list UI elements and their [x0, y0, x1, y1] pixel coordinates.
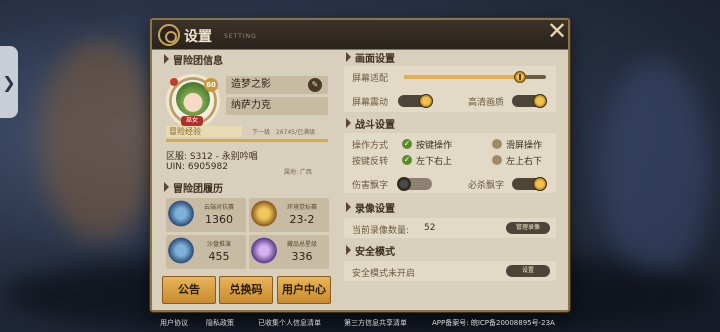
- kill-float-label: 必杀飘字: [468, 181, 505, 191]
- section-info-title: 冒险团信息: [173, 55, 223, 67]
- footer-privacy[interactable]: 隐私政策: [206, 318, 234, 328]
- section-record-header: 录像设置: [346, 200, 395, 215]
- exp-value: 26745/已满级: [276, 129, 316, 136]
- stat-card-environment[interactable]: 环境觉标赛 23-2: [249, 198, 329, 232]
- exp-progress-bar: [166, 139, 328, 142]
- announcement-button[interactable]: 公告: [162, 276, 216, 304]
- toggle-knob: [419, 94, 433, 108]
- section-battle-header: 战斗设置: [346, 116, 395, 131]
- redeem-code-button[interactable]: 兑换码: [219, 276, 273, 304]
- footer-user-agreement[interactable]: 用户协议: [160, 318, 188, 328]
- toggle-knob: [533, 94, 547, 108]
- close-icon[interactable]: ✕: [546, 19, 568, 43]
- section-marker-icon: [164, 182, 169, 192]
- stat-value: 23-2: [289, 213, 315, 226]
- check-selected-icon[interactable]: ✓: [402, 155, 412, 165]
- section-display-title: 画面设置: [355, 53, 395, 65]
- section-marker-icon: [346, 52, 351, 62]
- section-marker-icon: [164, 54, 169, 64]
- uid-info[interactable]: UIN: 6905982: [166, 162, 228, 172]
- hd-quality-label: 高清画质: [468, 98, 505, 108]
- stat-label: 云端对抗赛: [203, 204, 234, 211]
- server-info: 区服: S312 - 永别吟唱: [166, 152, 258, 162]
- security-status: 安全模式未开启: [352, 269, 416, 279]
- gold-emblem-icon: [251, 200, 277, 230]
- exp-row: 冒险经验 下一级 26745/已满级: [166, 126, 328, 144]
- footer-icp: APP备案号: 皖ICP备20008895号-23A: [432, 319, 555, 327]
- window-header: 设置 SETTING: [152, 20, 568, 50]
- sword-collection-icon: [251, 237, 277, 267]
- stat-value: 1360: [205, 213, 233, 226]
- stat-card-cloud[interactable]: 云端对抗赛 1360: [166, 198, 246, 232]
- user-center-button[interactable]: 用户中心: [277, 276, 331, 304]
- radio-unselected-icon[interactable]: [492, 139, 502, 149]
- stat-label: 环境觉标赛: [286, 204, 317, 211]
- side-expand-tab[interactable]: ❯: [0, 46, 18, 118]
- toggle-knob: [397, 177, 411, 191]
- left-down-right-up-option[interactable]: 左下右上: [416, 154, 452, 167]
- screen-fit-fill: [404, 75, 521, 79]
- guild-name-field: 纳萨力克: [226, 97, 328, 115]
- left-up-right-down-option[interactable]: 左上右下: [506, 154, 542, 167]
- check-selected-icon[interactable]: ✓: [402, 139, 412, 149]
- op-mode-label: 操作方式: [352, 141, 389, 151]
- screen-shake-label: 屏幕震动: [352, 98, 389, 108]
- section-marker-icon: [346, 245, 351, 255]
- op-press-option[interactable]: 按键操作: [416, 138, 452, 151]
- window-subtitle: SETTING: [224, 33, 257, 40]
- backdrop-blur: [40, 40, 160, 240]
- exp-label: 冒险经验: [166, 126, 242, 137]
- section-record-title: 录像设置: [355, 203, 395, 215]
- section-display-header: 画面设置: [346, 50, 395, 65]
- screen-shake-toggle[interactable]: [398, 94, 433, 108]
- sandbox-badge-icon: [168, 237, 194, 267]
- damage-float-label: 伤害飘字: [352, 181, 389, 191]
- security-settings-button[interactable]: 设置: [506, 265, 550, 277]
- stat-card-sandbox[interactable]: 沙盘推演 455: [166, 235, 246, 269]
- kill-float-toggle[interactable]: [512, 177, 547, 191]
- stat-card-collection[interactable]: 藏品总星级 336: [249, 235, 329, 269]
- avatar-tag: 巫女: [181, 116, 203, 126]
- section-info-header: 冒险团信息: [164, 52, 223, 67]
- damage-float-toggle[interactable]: [397, 177, 432, 191]
- hd-quality-toggle[interactable]: [512, 94, 547, 108]
- record-count-label: 当前录像数量:: [352, 226, 410, 236]
- manage-record-button[interactable]: 管理录像: [506, 222, 550, 234]
- record-count: 52: [424, 223, 436, 233]
- key-reverse-label: 按键反转: [352, 157, 389, 167]
- screen-fit-label: 屏幕适配: [352, 74, 389, 84]
- location-info: 属地: 广西: [284, 169, 312, 176]
- section-marker-icon: [346, 118, 351, 128]
- footer-third-party[interactable]: 第三方信息共享清单: [344, 318, 407, 328]
- section-marker-icon: [346, 202, 351, 212]
- op-swipe-option[interactable]: 滑屏操作: [506, 138, 542, 151]
- stat-value: 455: [208, 250, 230, 263]
- backdrop-blur: [600, 60, 710, 280]
- exp-next-level: 下一级: [252, 129, 271, 136]
- stat-value: 336: [291, 250, 313, 263]
- settings-emblem-icon: [158, 24, 180, 46]
- level-badge: 60: [204, 78, 218, 92]
- section-history-title: 冒险团履历: [173, 183, 223, 195]
- stat-label: 沙盘推演: [206, 241, 231, 248]
- edit-name-icon[interactable]: ✎: [308, 78, 322, 92]
- shield-crest-icon: [168, 200, 194, 230]
- stat-label: 藏品总星级: [286, 241, 317, 248]
- section-battle-title: 战斗设置: [355, 119, 395, 131]
- section-security-header: 安全模式: [346, 243, 395, 258]
- toggle-knob: [533, 177, 547, 191]
- exp-progress-fill: [166, 139, 328, 142]
- footer-collected-info[interactable]: 已收集个人信息清单: [258, 318, 321, 328]
- radio-unselected-icon[interactable]: [492, 155, 502, 165]
- section-history-header: 冒险团履历: [164, 180, 223, 195]
- notification-dot-icon: [170, 78, 178, 86]
- section-security-title: 安全模式: [355, 246, 395, 258]
- window-title: 设置: [184, 29, 212, 45]
